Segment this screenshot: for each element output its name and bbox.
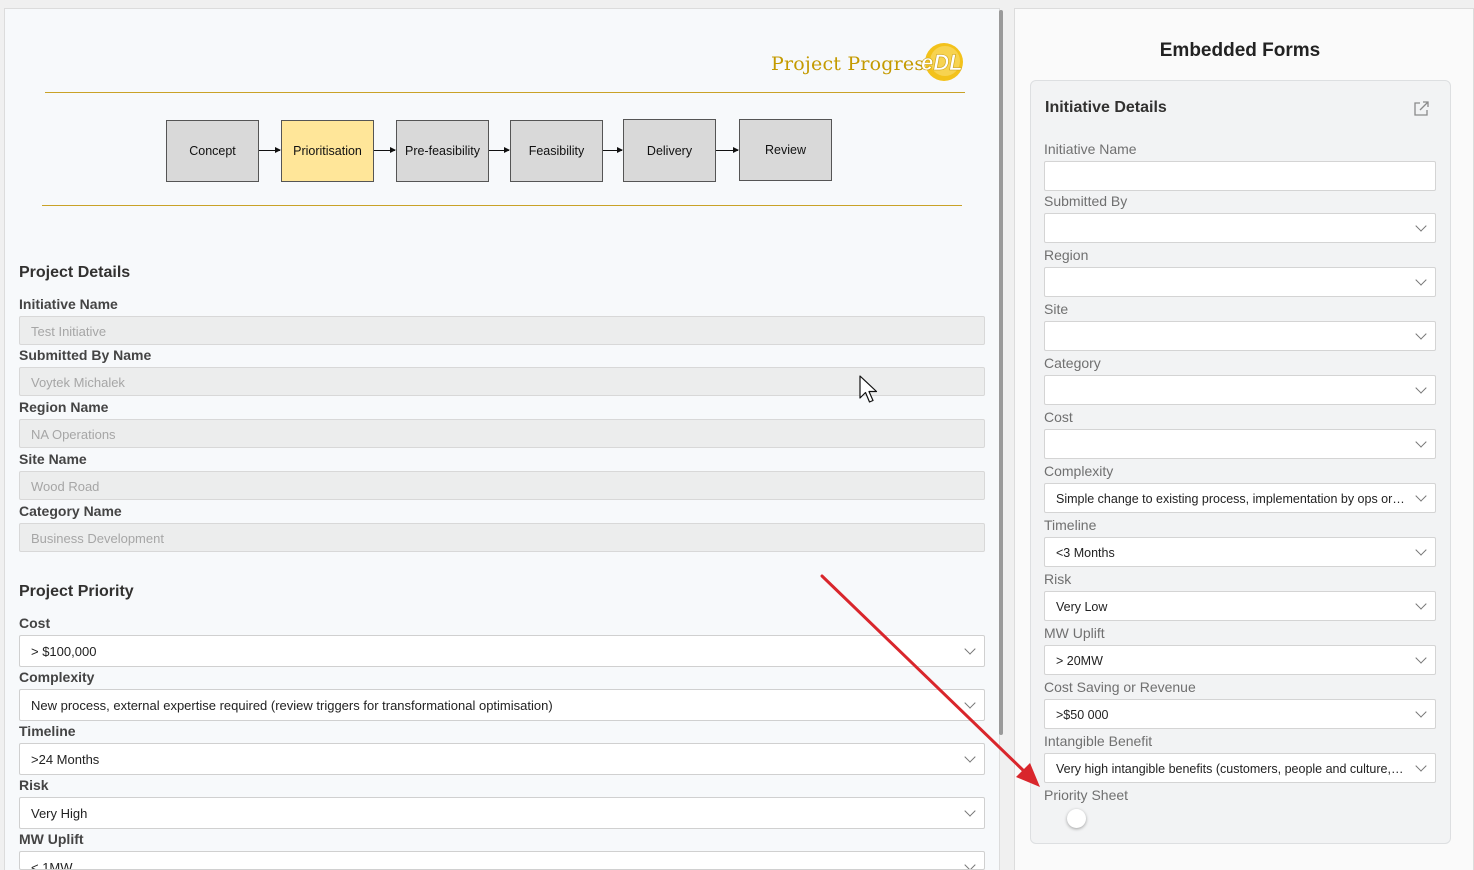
region-name-label: Region Name [19,399,109,415]
embedded-timeline-dropdown[interactable]: <3 Months [1044,537,1436,567]
embedded-cost-dropdown[interactable] [1044,429,1436,459]
chevron-down-icon [1415,652,1427,664]
timeline-dropdown[interactable]: >24 Months [19,743,985,775]
chevron-down-icon [964,751,976,763]
stage-arrow [489,147,510,153]
embedded-submitted-by-label: Submitted By [1044,193,1128,209]
chevron-down-icon [964,805,976,817]
embedded-risk-dropdown[interactable]: Very Low [1044,591,1436,621]
embedded-timeline-value: <3 Months [1056,546,1115,560]
cost-value: > $100,000 [31,644,97,659]
timeline-label: Timeline [19,723,76,739]
embedded-cost-saving-value: >$50 000 [1056,708,1109,722]
embedded-initiative-name-input[interactable] [1044,161,1436,191]
embedded-site-label: Site [1044,301,1069,317]
project-priority-heading: Project Priority [19,583,134,600]
site-name-field[interactable]: Wood Road [19,471,985,500]
embedded-risk-value: Very Low [1056,600,1108,614]
site-name-label: Site Name [19,451,87,467]
embedded-cost-label: Cost [1044,409,1073,425]
embedded-region-label: Region [1044,247,1089,263]
chevron-down-icon [964,697,976,709]
stage-prioritisation: Prioritisation [281,120,374,182]
embedded-forms-title: Embedded Forms [1159,40,1321,61]
category-name-field[interactable]: Business Development [19,523,985,552]
complexity-dropdown[interactable]: New process, external expertise required… [19,689,985,721]
stage-feasibility: Feasibility [510,120,603,182]
embedded-cost-saving-dropdown[interactable]: >$50 000 [1044,699,1436,729]
timeline-value: >24 Months [31,752,100,767]
embedded-complexity-label: Complexity [1044,463,1114,479]
embedded-region-dropdown[interactable] [1044,267,1436,297]
embedded-intangible-benefit-dropdown[interactable]: Very high intangible benefits (customers… [1044,753,1436,783]
embedded-mw-uplift-dropdown[interactable]: > 20MW [1044,645,1436,675]
chevron-down-icon [964,859,976,869]
mouse-cursor-icon [859,375,878,403]
chevron-down-icon [1415,220,1427,232]
category-name-label: Category Name [19,503,122,519]
initiative-name-field[interactable]: Test Initiative [19,316,985,345]
cost-dropdown[interactable]: > $100,000 [19,635,985,667]
complexity-label: Complexity [19,669,95,685]
submitted-by-name-field[interactable]: Voytek Michalek [19,367,985,396]
stage-delivery: Delivery [623,119,716,182]
submitted-by-name-label: Submitted By Name [19,347,152,363]
progress-title: Project Progress [771,53,935,75]
embedded-intangible-benefit-value: Very high intangible benefits (customers… [1056,762,1436,776]
chevron-down-icon [1415,382,1427,394]
chevron-down-icon [1415,436,1427,448]
project-details-heading: Project Details [19,264,131,281]
progress-bottom-divider [42,205,962,206]
chevron-down-icon [1415,328,1427,340]
stage-pre-feasibility: Pre-feasibility [396,120,489,182]
chevron-down-icon [964,643,976,655]
embedded-complexity-value: Simple change to existing process, imple… [1056,492,1436,506]
initiative-name-label: Initiative Name [19,296,118,312]
chevron-down-icon [1415,274,1427,286]
complexity-value: New process, external expertise required… [31,698,553,713]
mw-uplift-value: < 1MW [31,860,73,870]
embedded-site-dropdown[interactable] [1044,321,1436,351]
progress-top-divider [45,92,965,93]
embedded-cost-saving-label: Cost Saving or Revenue [1044,679,1196,695]
stage-arrow [259,147,281,153]
stage-arrow [603,147,623,153]
stage-review: Review [739,119,832,181]
priority-sheet-toggle[interactable] [1067,809,1086,828]
embedded-timeline-label: Timeline [1044,517,1097,533]
mw-uplift-label: MW Uplift [19,831,84,847]
embedded-category-dropdown[interactable] [1044,375,1436,405]
mw-uplift-dropdown[interactable]: < 1MW [19,851,985,870]
open-in-new-window-icon[interactable] [1412,100,1430,118]
embedded-complexity-dropdown[interactable]: Simple change to existing process, imple… [1044,483,1436,513]
chevron-down-icon [1415,544,1427,556]
embedded-category-label: Category [1044,355,1101,371]
priority-sheet-label: Priority Sheet [1044,787,1129,803]
risk-label: Risk [19,777,49,793]
cost-label: Cost [19,615,51,631]
svg-text:eDL: eDL [921,50,963,75]
edl-logo: eDL [921,43,963,81]
embedded-initiative-name-label: Initiative Name [1044,141,1137,157]
risk-value: Very High [31,806,88,821]
chevron-down-icon [1415,706,1427,718]
embedded-intangible-benefit-label: Intangible Benefit [1044,733,1153,749]
stage-arrow [374,147,396,153]
stage-arrow [716,147,739,153]
chevron-down-icon [1415,598,1427,610]
embedded-risk-label: Risk [1044,571,1072,587]
risk-dropdown[interactable]: Very High [19,797,985,829]
embedded-mw-uplift-label: MW Uplift [1044,625,1105,641]
embedded-mw-uplift-value: > 20MW [1056,654,1103,668]
embedded-submitted-by-dropdown[interactable] [1044,213,1436,243]
stage-concept: Concept [166,120,259,182]
scrollbar[interactable] [999,10,1003,735]
region-name-field[interactable]: NA Operations [19,419,985,448]
initiative-details-title: Initiative Details [1045,99,1167,116]
